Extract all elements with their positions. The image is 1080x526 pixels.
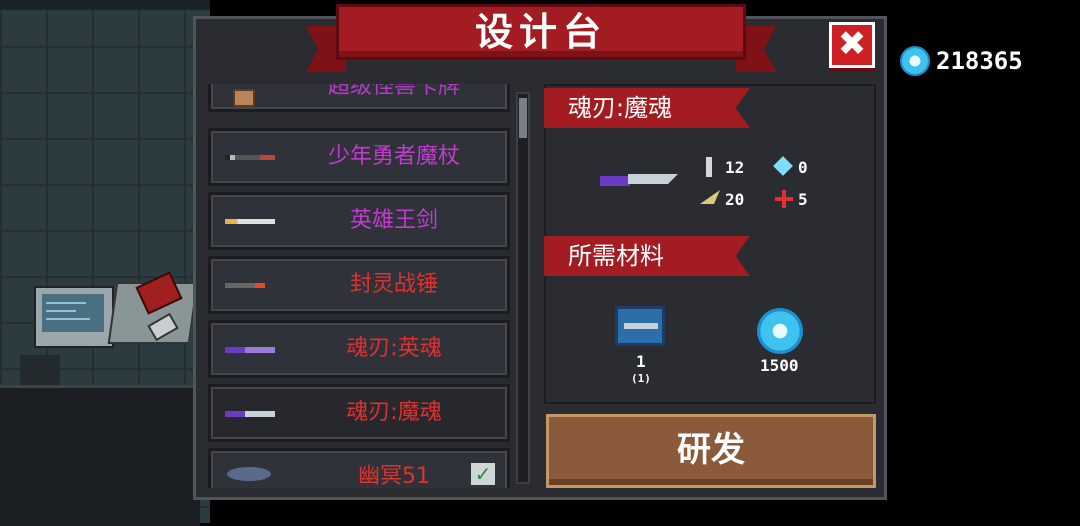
card-icon — [233, 89, 255, 107]
wand-icon — [225, 155, 275, 160]
sword-icon — [225, 219, 275, 224]
crit-value: 20 — [725, 190, 745, 209]
list-item[interactable]: 少年勇者魔杖 — [208, 128, 510, 186]
list-scrollbar[interactable] — [516, 92, 530, 484]
list-item[interactable]: 魂刃:英魂 — [208, 320, 510, 378]
screen-line — [46, 302, 86, 304]
research-button[interactable]: 研发 — [546, 414, 876, 488]
item-label: 魂刃:魔魂 — [346, 400, 442, 425]
computer-monitor — [34, 286, 114, 348]
damage-icon — [706, 157, 712, 177]
blueprint-list[interactable]: 超级怪兽卡牌 少年勇者魔杖 英雄王剑 封灵战锤 魂刃:英魂 魂刃:魔魂 幽冥51… — [204, 84, 514, 488]
soul-blade-icon — [225, 347, 275, 353]
list-item[interactable]: 超级怪兽卡牌 — [208, 84, 510, 112]
accuracy-icon — [775, 190, 793, 208]
item-label: 封灵战锤 — [349, 272, 438, 297]
gem-cost: 1500 — [760, 356, 799, 375]
gem-icon — [757, 308, 803, 354]
damage-value: 12 — [725, 158, 745, 177]
item-label: 少年勇者魔杖 — [327, 144, 460, 169]
hammer-icon — [225, 283, 275, 288]
gem-count: 218365 — [936, 47, 1023, 75]
workbench-desk — [0, 385, 200, 526]
check-icon: ✓ — [471, 463, 495, 485]
close-button[interactable]: ✖ — [829, 22, 875, 68]
list-item[interactable]: 英雄王剑 — [208, 192, 510, 250]
blueprint-owned: (1) — [631, 372, 651, 385]
screen-line — [46, 318, 90, 320]
blueprint-count: 1 — [636, 352, 646, 371]
ufo-icon — [227, 467, 271, 481]
energy-value: 0 — [798, 158, 808, 177]
gem-icon — [900, 46, 930, 76]
weapon-name-tag: 魂刃:魔魂 — [544, 88, 750, 128]
blueprint-icon — [615, 306, 665, 346]
list-item[interactable]: 幽冥51 ✓ — [208, 448, 510, 488]
wall — [0, 0, 210, 10]
item-label: 英雄王剑 — [349, 208, 438, 233]
soul-blade-icon — [225, 411, 275, 417]
list-item-selected[interactable]: 魂刃:魔魂 — [208, 384, 510, 442]
item-label: 超级怪兽卡牌 — [327, 84, 460, 99]
materials-tag: 所需材料 — [544, 236, 750, 276]
accuracy-value: 5 — [798, 190, 808, 209]
soul-blade-icon — [600, 172, 678, 190]
scroll-thumb[interactable] — [519, 98, 527, 138]
monitor-screen — [42, 294, 104, 332]
page-title: 设计台 — [474, 10, 607, 54]
screen-line — [46, 310, 76, 312]
item-label: 魂刃:英魂 — [346, 336, 442, 361]
list-item[interactable]: 封灵战锤 — [208, 256, 510, 314]
